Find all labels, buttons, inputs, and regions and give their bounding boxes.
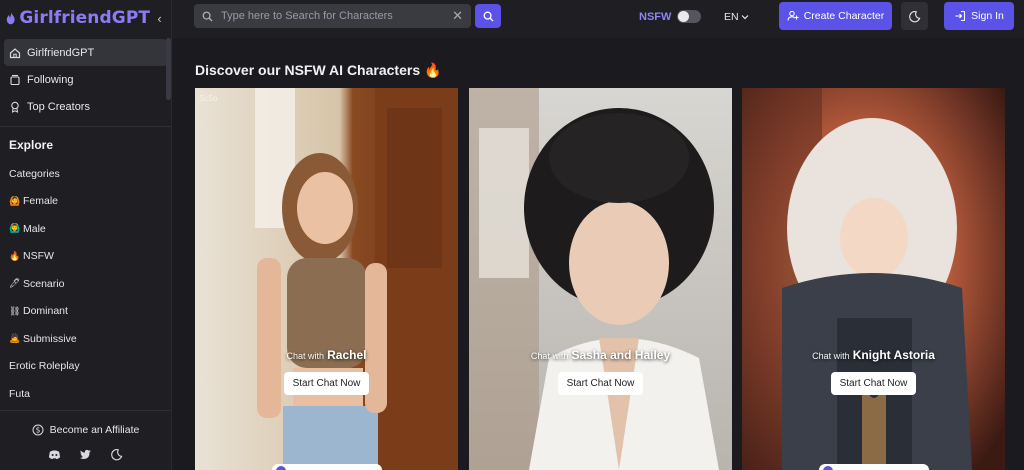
bow-emoji-icon: 🙇 [9,333,21,344]
following-icon [10,74,20,85]
sidebar-item-submissive[interactable]: 🙇 Submissive [0,325,171,353]
card-overlay: Chat with Rachel Start Chat Now [195,348,458,395]
dollar-icon: $ [32,424,44,436]
add-user-icon [787,10,799,21]
chat-with-title: Chat with Knight Astoria [742,348,1005,362]
sidebar-item-erotic-roleplay[interactable]: Erotic Roleplay [0,353,171,381]
sidebar-item-label: Following [27,73,74,86]
sidebar-item-female[interactable]: 🙆 Female [0,188,171,216]
character-portrait-image [742,88,1005,470]
moon-icon [909,10,921,22]
character-card-knight-astoria[interactable]: Chat with Knight Astoria Start Chat Now [742,88,1005,470]
search-input[interactable]: Type here to Search for Characters ✕ [194,4,471,28]
collapse-sidebar-icon[interactable]: ‹ [154,11,165,26]
sidebar-item-top-creators[interactable]: Top Creators [4,93,167,120]
explore-heading: Explore [9,138,54,152]
sidebar-item-scenario[interactable]: 🖊 Scenario [0,270,171,298]
sidebar-item-label: Female [23,195,59,208]
sidebar-item-label: Futa [9,387,31,400]
character-card-sasha-and-hailey[interactable]: Chat with Sasha and Hailey Start Chat No… [469,88,732,470]
sidebar-item-label: Submissive [23,332,77,345]
explore-list: Categories 🙆 Female 🙆‍♂ Male 🔥 NSFW 🖊 Scenar… [0,160,171,408]
moon-icon[interactable] [110,448,123,461]
sidebar-item-label: Erotic Roleplay [9,360,80,373]
sidebar-item-categories[interactable]: Categories [0,160,171,188]
fire-emoji-icon: 🔥 [9,250,21,261]
search-icon [202,11,213,21]
pen-emoji-icon: 🖊 [9,278,21,289]
sidebar-item-following[interactable]: Following [4,66,167,93]
create-character-button[interactable]: Create Character [779,2,892,30]
sidebar-item-male[interactable]: 🙆‍♂ Male [0,215,171,243]
create-character-label: Create Character [803,10,885,22]
start-chat-button[interactable]: Start Chat Now [283,372,370,395]
sidebar-item-label: NSFW [23,250,54,263]
female-emoji-icon: 🙆 [9,195,21,206]
language-select[interactable]: EN [724,11,749,23]
sidebar-item-label: Male [23,222,46,235]
sidebar: GirlfriendGPT ‹ GirlfriendGPT Following … [0,0,172,470]
nsfw-toggle-group: NSFW [639,10,702,23]
nsfw-label: NSFW [639,10,672,23]
primary-nav: GirlfriendGPT Following Top Creators [0,36,171,120]
character-card-rachel[interactable]: Sc5o Chat with Rachel Start Chat Now [195,88,458,470]
chat-with-title: Chat with Rachel [195,348,458,362]
chat-with-prefix: Chat with [812,351,850,361]
sidebar-item-dominant[interactable]: ⛓ Dominant [0,298,171,326]
sidebar-item-label: Top Creators [27,100,90,113]
nsfw-toggle[interactable] [677,10,702,23]
sidebar-item-label: Categories [9,167,60,180]
affiliate-label: Become an Affiliate [49,424,140,436]
affiliate-link[interactable]: $ Become an Affiliate [0,424,171,436]
brand[interactable]: GirlfriendGPT ‹ [0,0,171,36]
chevron-down-icon [741,15,749,20]
card-overlay: Chat with Knight Astoria Start Chat Now [742,348,1005,395]
sidebar-item-label: GirlfriendGPT [27,46,95,59]
creator-chip[interactable] [271,464,382,470]
character-name: Knight Astoria [852,348,935,362]
search-placeholder: Type here to Search for Characters [221,10,393,22]
page-title: Discover our NSFW AI Characters 🔥 [195,62,442,78]
search-button[interactable] [475,4,501,28]
sidebar-scrollbar[interactable] [166,38,171,100]
flame-logo-icon [6,11,15,25]
character-portrait-image [195,88,458,470]
sidebar-footer: $ Become an Affiliate [0,410,171,470]
card-overlay: Chat with Sasha and Hailey Start Chat No… [469,348,732,395]
chat-with-title: Chat with Sasha and Hailey [469,348,732,362]
character-name: Rachel [327,348,367,362]
chains-emoji-icon: ⛓ [9,305,21,316]
creator-chip[interactable] [818,464,929,470]
sidebar-item-nsfw[interactable]: 🔥 NSFW [0,243,171,271]
start-chat-button[interactable]: Start Chat Now [557,372,644,395]
chat-with-prefix: Chat with [530,351,569,361]
social-links [0,448,171,461]
sidebar-item-label: Scenario [23,277,65,290]
brand-name: GirlfriendGPT [19,8,151,28]
svg-text:$: $ [35,426,40,435]
sign-in-icon [955,10,966,22]
language-label: EN [724,11,739,23]
sign-in-label: Sign In [971,10,1004,22]
character-name: Sasha and Hailey [571,348,671,362]
twitter-icon[interactable] [79,448,92,461]
award-icon [11,101,19,113]
sidebar-item-label: Dominant [23,305,68,318]
sidebar-item-home[interactable]: GirlfriendGPT [4,39,167,66]
male-emoji-icon: 🙆‍♂ [9,223,21,234]
clear-search-icon[interactable]: ✕ [452,8,463,24]
home-icon [9,47,21,58]
chat-with-prefix: Chat with [286,351,325,361]
start-chat-button[interactable]: Start Chat Now [830,372,917,395]
topbar: Type here to Search for Characters ✕ NSF… [172,0,1024,38]
character-portrait-image [469,88,732,470]
theme-toggle-button[interactable] [901,2,928,30]
toggle-knob [678,11,690,22]
search-icon [483,11,493,21]
sidebar-divider [0,126,171,127]
sidebar-item-futa[interactable]: Futa [0,380,171,408]
image-watermark: Sc5o [199,94,218,103]
sign-in-button[interactable]: Sign In [944,2,1014,30]
discord-icon[interactable] [48,448,61,461]
